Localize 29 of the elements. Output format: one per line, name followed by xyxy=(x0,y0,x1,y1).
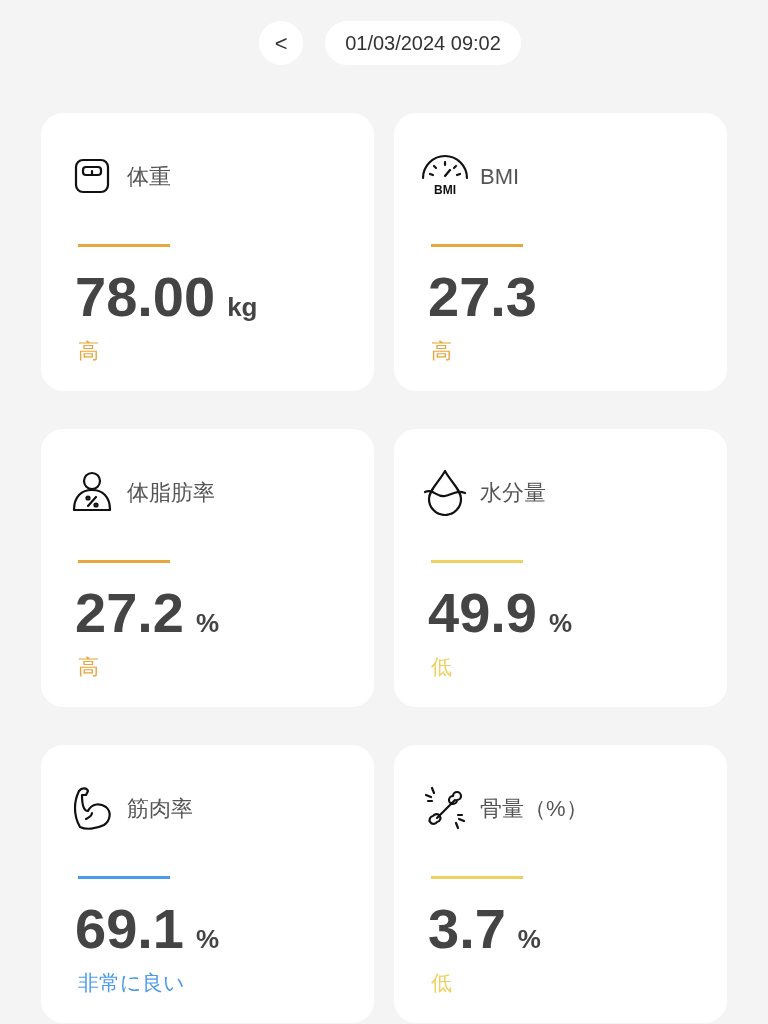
water-drop-icon xyxy=(423,468,467,516)
status-text: 低 xyxy=(431,970,452,996)
status-text: 高 xyxy=(78,654,99,680)
metric-unit: % xyxy=(196,607,220,640)
scale-icon xyxy=(72,156,112,196)
status-text: 低 xyxy=(431,654,452,680)
metric-value: 3.7 xyxy=(428,897,506,961)
status-text: 高 xyxy=(431,338,452,364)
status-text: 高 xyxy=(78,338,99,364)
metric-value: 49.9 xyxy=(428,581,537,645)
metric-value: 78.00 xyxy=(75,265,216,329)
metric-label: BMI xyxy=(480,162,520,191)
metric-label: 筋肉率 xyxy=(127,794,193,823)
metric-label: 体重 xyxy=(127,162,171,191)
back-button[interactable]: < xyxy=(259,21,304,65)
status-text: 非常に良い xyxy=(78,970,185,996)
metric-label: 骨量（%） xyxy=(480,794,588,823)
date-label: 01/03/2024 09:02 xyxy=(325,21,521,65)
metric-unit: % xyxy=(549,607,573,640)
metric-unit: kg xyxy=(227,291,258,324)
metric-unit: % xyxy=(196,923,220,956)
metric-value: 27.3 xyxy=(428,265,537,329)
metric-unit: % xyxy=(517,923,541,956)
metric-label: 体脂肪率 xyxy=(127,478,215,507)
metric-value: 69.1 xyxy=(75,897,184,961)
person-percent-icon xyxy=(70,470,114,514)
metric-value: 27.2 xyxy=(75,581,184,645)
metric-label: 水分量 xyxy=(480,478,546,507)
bone-icon xyxy=(422,785,468,831)
